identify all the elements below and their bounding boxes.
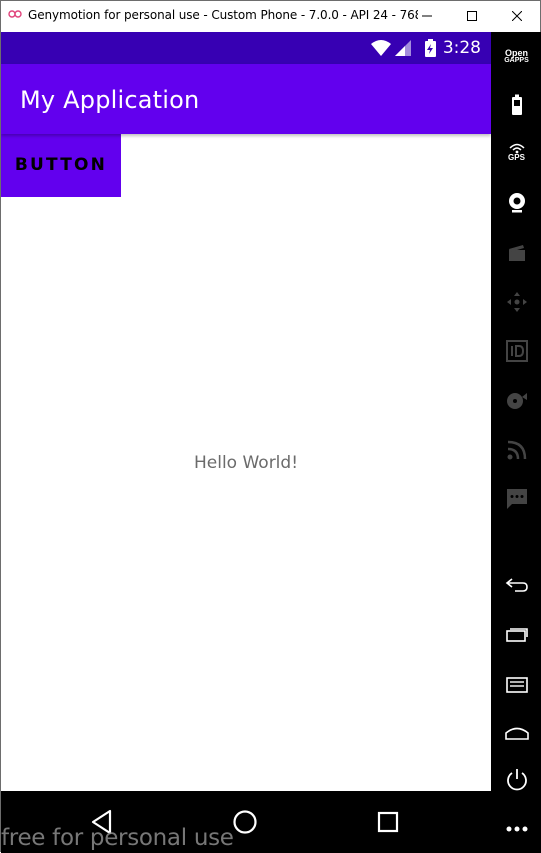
more-button-tool[interactable]	[491, 816, 541, 842]
power-icon	[506, 769, 527, 791]
menu-icon	[505, 677, 528, 693]
battery-charging-icon	[425, 39, 436, 57]
close-button[interactable]	[494, 1, 539, 31]
recents-button-tool[interactable]	[491, 621, 541, 647]
back-arrow-icon	[505, 578, 528, 592]
close-icon	[511, 11, 522, 21]
disk-icon[interactable]	[491, 388, 541, 414]
maximize-icon	[466, 11, 477, 21]
home-icon[interactable]	[231, 808, 259, 836]
message-icon	[506, 489, 527, 509]
device-id-icon	[505, 340, 528, 362]
wifi-icon	[371, 40, 391, 56]
opengapps-label-line2: GAPPS	[504, 57, 529, 64]
signal-icon	[395, 40, 411, 56]
more-icon	[506, 826, 527, 832]
clapperboard-icon	[508, 245, 525, 261]
watermark-text: free for personal use	[1, 825, 234, 851]
window-title-bar[interactable]: Genymotion for personal use - Custom Pho…	[1, 1, 540, 31]
sms-icon[interactable]	[491, 486, 541, 512]
maximize-button[interactable]	[449, 1, 494, 31]
minimize-button[interactable]	[404, 1, 449, 31]
opengapps-icon[interactable]: Open GAPPS	[491, 46, 541, 68]
genymotion-logo-icon	[8, 10, 22, 18]
phone-screen: 3:28 My Application BUTTON Hello World! …	[1, 32, 491, 853]
cast-icon[interactable]	[491, 437, 541, 463]
battery-icon[interactable]	[491, 92, 541, 118]
window-title: Genymotion for personal use - Custom Pho…	[28, 8, 418, 22]
status-icons	[371, 39, 436, 57]
home-button-tool[interactable]	[491, 720, 541, 746]
rss-cast-icon	[507, 440, 526, 460]
back-button-tool[interactable]	[491, 572, 541, 598]
power-button-tool[interactable]	[491, 767, 541, 793]
media-icon[interactable]	[491, 240, 541, 266]
minimize-icon	[421, 15, 432, 17]
menu-button-tool[interactable]	[491, 672, 541, 698]
recents-icon[interactable]	[374, 808, 402, 836]
recent-apps-icon	[505, 628, 528, 642]
webcam-icon	[508, 193, 525, 213]
app-bar: My Application	[1, 64, 491, 134]
main-button[interactable]: BUTTON	[1, 134, 121, 197]
home-tool-icon	[504, 727, 529, 740]
move-icon[interactable]	[491, 289, 541, 315]
status-time: 3:28	[442, 38, 481, 58]
camera-icon[interactable]	[491, 190, 541, 216]
disk-io-icon	[506, 393, 527, 409]
battery-tool-icon	[511, 94, 522, 115]
gps-label: GPS	[508, 153, 525, 162]
gps-icon[interactable]: GPS	[491, 140, 541, 166]
dpad-icon	[506, 292, 527, 312]
status-bar: 3:28	[1, 32, 491, 64]
opengapps-label-line1: Open	[504, 48, 528, 58]
emulator-toolbar: Open GAPPS GPS	[491, 32, 541, 853]
emulator-window: Genymotion for personal use - Custom Pho…	[0, 0, 541, 853]
hello-world-text: Hello World!	[193, 453, 299, 473]
id-icon[interactable]	[491, 338, 541, 364]
app-title: My Application	[20, 86, 200, 114]
